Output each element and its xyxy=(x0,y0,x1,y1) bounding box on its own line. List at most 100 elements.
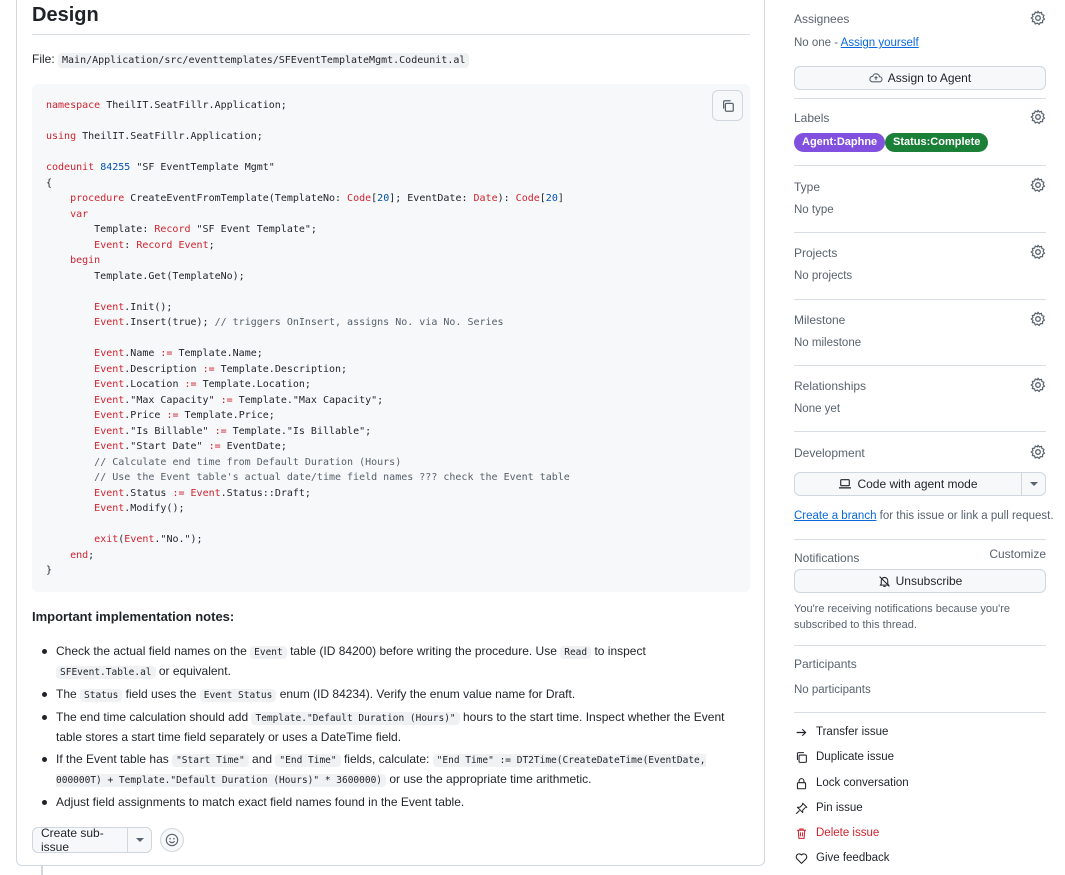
notes-heading: Important implementation notes: xyxy=(32,609,235,624)
milestone-gear-icon[interactable] xyxy=(1030,311,1046,327)
note-text: table (ID 84200) before writing the proc… xyxy=(286,644,561,658)
assignees-value: No one - Assign yourself xyxy=(794,37,919,49)
projects-gear-icon[interactable] xyxy=(1030,244,1046,260)
pin-icon xyxy=(795,802,807,814)
assign-to-agent-button[interactable]: Assign to Agent xyxy=(794,66,1046,90)
create-sub-issue-button[interactable]: Create sub-issue xyxy=(32,826,152,854)
type-title: Type xyxy=(794,180,821,194)
code-token: procedure xyxy=(70,193,125,204)
note-item: If the Event table has "Start Time" and … xyxy=(42,750,746,790)
code-line: begin xyxy=(46,253,570,269)
create-branch-link[interactable]: Create a branch xyxy=(794,510,876,522)
code-token: := xyxy=(166,410,179,421)
code-token: namespace xyxy=(46,100,101,111)
bell-slash-icon xyxy=(878,575,890,587)
note-text: The xyxy=(56,687,81,701)
labels-gear-icon[interactable] xyxy=(1030,109,1046,125)
lock-conversation-action[interactable]: Lock conversation xyxy=(794,775,909,791)
note-item: Adjust field assignments to match exact … xyxy=(42,793,746,812)
assignees-gear-icon[interactable] xyxy=(1030,10,1046,26)
relationships-value: None yet xyxy=(794,403,841,415)
code-token: .Location xyxy=(124,379,185,390)
add-reaction-button[interactable] xyxy=(160,828,184,852)
file-label: File: xyxy=(32,52,59,66)
code-token: .Init(); xyxy=(124,301,173,313)
code-token: ; xyxy=(208,239,215,251)
notifications-title: Notifications xyxy=(794,551,860,565)
note-text: Adjust field assignments to match exact … xyxy=(56,795,465,809)
sub-issue-dropdown[interactable] xyxy=(127,828,151,852)
copy-code-button[interactable] xyxy=(712,90,743,121)
code-line: ​ xyxy=(46,517,570,533)
code-token: .Modify(); xyxy=(124,503,185,514)
code-line: Event."Max Capacity" := Template."Max Ca… xyxy=(46,393,570,409)
code-token: using xyxy=(46,131,77,142)
development-gear-icon[interactable] xyxy=(1030,444,1046,460)
code-line: ​ xyxy=(46,331,570,347)
code-token: Event xyxy=(94,410,125,421)
issue-sidebar: Assignees No one - Assign yourself Assig… xyxy=(794,0,1054,875)
code-token: ."No."); xyxy=(154,534,203,545)
note-inline-code: "Start Time" xyxy=(172,754,249,767)
code-line: using TheilIT.SeatFillr.Application; xyxy=(46,129,570,145)
note-text: The end time calculation should add xyxy=(56,710,252,724)
note-inline-code: Event xyxy=(250,646,287,659)
code-token: ."Max Capacity" xyxy=(124,394,221,406)
code-token: } xyxy=(46,565,53,576)
note-item: The end time calculation should add Temp… xyxy=(42,708,746,747)
code-with-agent-mode-main[interactable]: Code with agent mode xyxy=(795,473,1021,495)
code-line: Event.Status := Event.Status::Draft; xyxy=(46,486,570,502)
note-item: Check the actual field names on the Even… xyxy=(42,642,746,682)
code-with-agent-mode-button[interactable]: Code with agent mode xyxy=(794,472,1046,496)
label-status-complete[interactable]: Status:Complete xyxy=(885,133,989,152)
code-token: := xyxy=(214,425,227,437)
code-line: end; xyxy=(46,548,570,564)
give-feedback-action[interactable]: Give feedback xyxy=(794,850,890,866)
code-line: Event.Location := Template.Location; xyxy=(46,377,570,393)
trash-icon xyxy=(796,828,806,839)
transfer-issue-action[interactable]: Transfer issue xyxy=(794,724,888,740)
note-text: and xyxy=(248,752,276,766)
code-line: ​ xyxy=(46,114,570,130)
code-line: { xyxy=(46,176,570,192)
delete-issue-action[interactable]: Delete issue xyxy=(794,825,879,841)
code-token: codeunit xyxy=(46,162,95,173)
pin-issue-action[interactable]: Pin issue xyxy=(794,800,863,816)
code-token: ): xyxy=(497,193,516,204)
code-line: Template: Record "SF Event Template"; xyxy=(46,222,570,238)
unsubscribe-button[interactable]: Unsubscribe xyxy=(794,569,1046,593)
laptop-icon xyxy=(839,479,852,489)
assignees-none: No one - xyxy=(794,37,841,49)
customize-notifications-link[interactable]: Customize xyxy=(989,547,1046,561)
note-text: fields, calculate: xyxy=(340,752,433,766)
label-agent-daphne[interactable]: Agent:Daphne xyxy=(794,133,886,152)
duplicate-icon xyxy=(796,751,807,763)
code-token: ] xyxy=(557,193,564,204)
code-token: Event xyxy=(94,503,125,514)
code-token: Record xyxy=(136,239,173,251)
code-line: Event: Record Event; xyxy=(46,238,570,254)
code-line: Template.Get(TemplateNo); xyxy=(46,269,570,285)
code-token: Template."Is Billable"; xyxy=(226,425,372,437)
code-line: Event."Start Date" := EventDate; xyxy=(46,439,570,455)
participants-value: No participants xyxy=(794,684,871,696)
code-with-agent-dropdown[interactable] xyxy=(1021,473,1045,495)
relationships-gear-icon[interactable] xyxy=(1030,377,1046,393)
duplicate-issue-label: Duplicate issue xyxy=(816,751,894,763)
assign-yourself-link[interactable]: Assign yourself xyxy=(841,37,919,49)
unsubscribe-label: Unsubscribe xyxy=(895,574,963,588)
transfer-issue-label: Transfer issue xyxy=(816,726,889,738)
note-item: The Status field uses the Event Status e… xyxy=(42,685,746,705)
code-token: : xyxy=(124,239,137,251)
duplicate-issue-action[interactable]: Duplicate issue xyxy=(794,749,894,765)
milestone-title: Milestone xyxy=(794,313,846,327)
code-token: // triggers OnInsert, assigns No. via No… xyxy=(214,317,504,328)
type-gear-icon[interactable] xyxy=(1030,177,1046,193)
code-line: exit(Event."No."); xyxy=(46,532,570,548)
